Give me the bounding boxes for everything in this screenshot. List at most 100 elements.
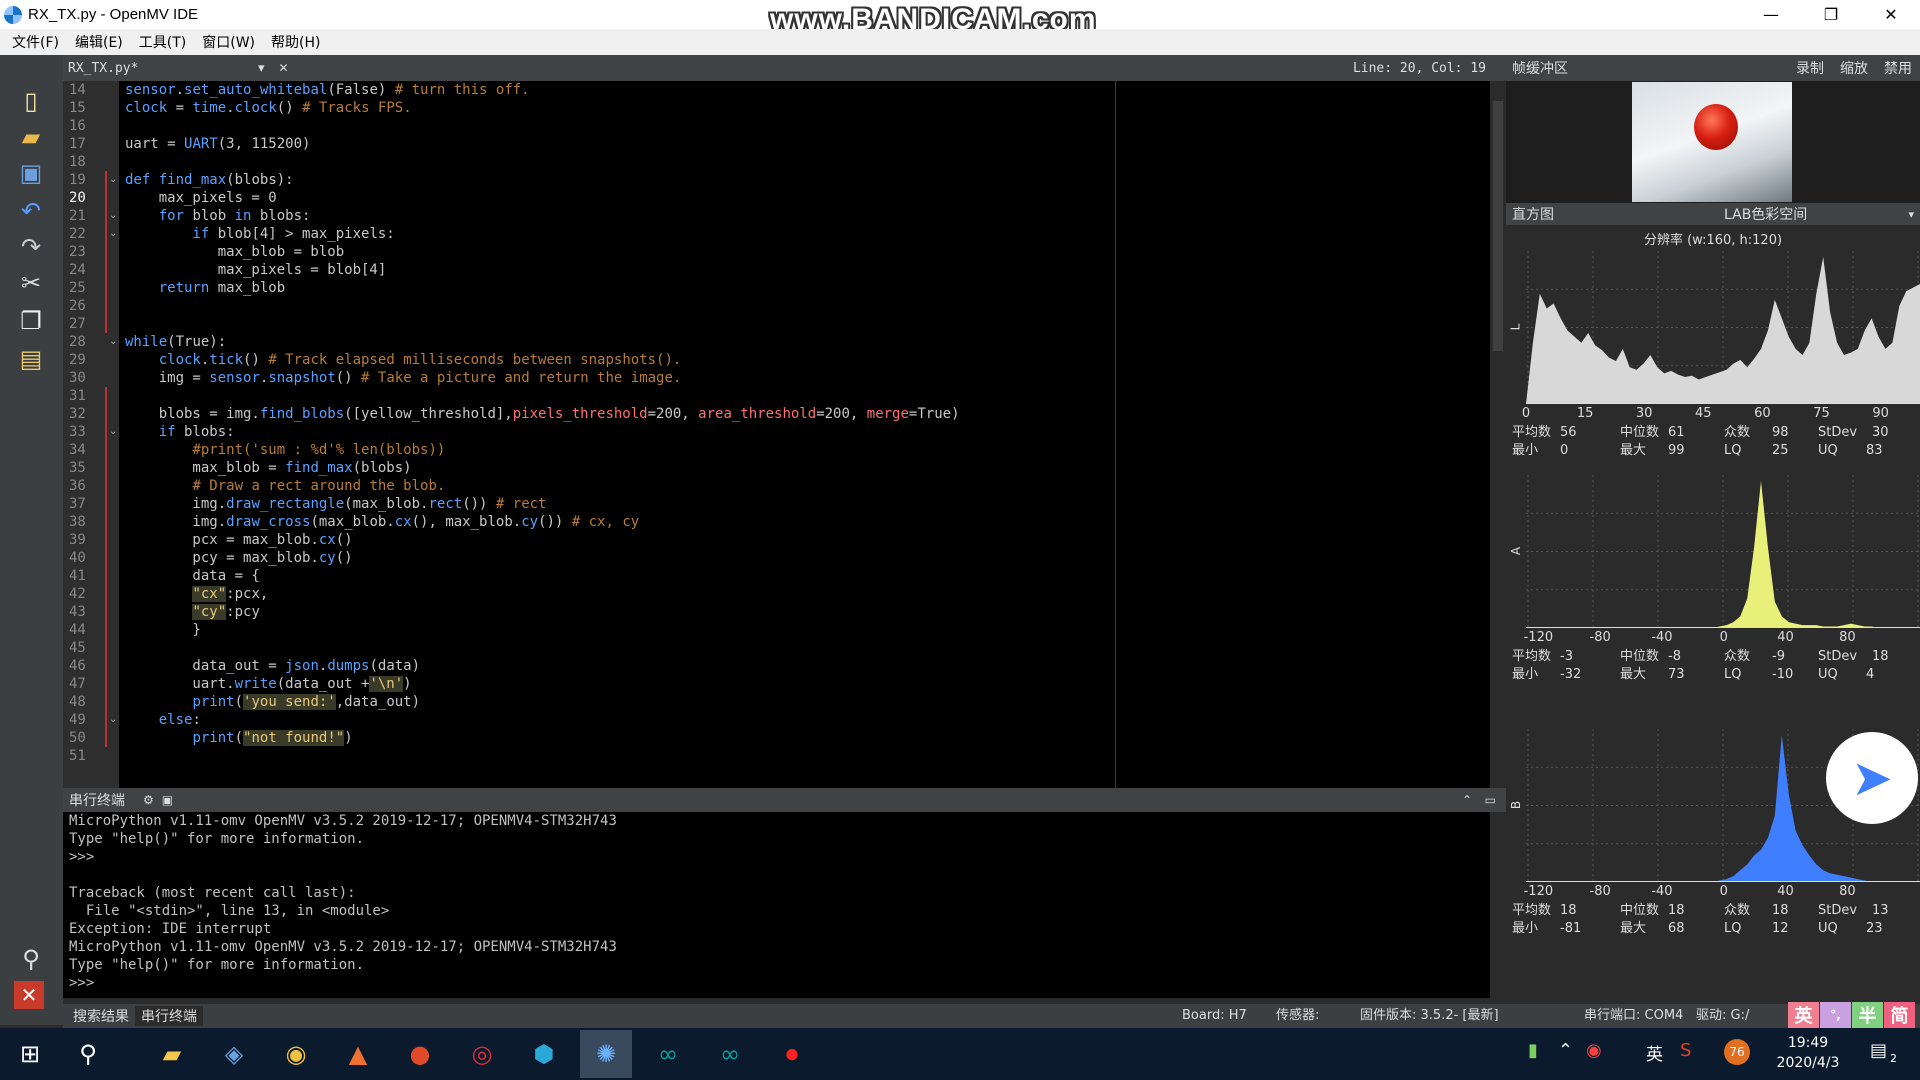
copy-icon[interactable]: ❐	[14, 305, 48, 337]
terminal-float-icon[interactable]: ▭	[1485, 793, 1496, 807]
code-line[interactable]: pcy = max_blob.cy()	[125, 549, 1485, 567]
code-editor[interactable]: 14 15 16 17 18 19 20 21 22 23 24 25 26 27 28 29 30 31 32 33…	[63, 81, 1490, 788]
menu-file[interactable]: 文件(F)	[4, 32, 67, 52]
undo-icon[interactable]: ↶	[14, 195, 48, 227]
code-line[interactable]: print('you send:',data_out)	[125, 693, 1485, 711]
code-line[interactable]: }	[125, 621, 1485, 639]
code-line[interactable]: uart.write(data_out +'\n')	[125, 675, 1485, 693]
open-folder-icon[interactable]: ▰	[14, 121, 48, 153]
code-line[interactable]: max_blob = blob	[125, 243, 1485, 261]
cut-icon[interactable]: ✂	[14, 267, 48, 299]
tray-expand-icon[interactable]: ⌃	[1558, 1040, 1573, 1061]
ime-english-button[interactable]: 英	[1788, 1002, 1819, 1028]
chrome-icon[interactable]: ◉	[270, 1030, 322, 1078]
terminal-save-icon[interactable]: ▣	[162, 793, 173, 807]
code-line[interactable]: if blob[4] > max_pixels:	[125, 225, 1485, 243]
code-line[interactable]: if blobs:	[125, 423, 1485, 441]
ime-simplified-button[interactable]: 简	[1884, 1002, 1915, 1028]
zoom-button[interactable]: 缩放	[1840, 58, 1868, 78]
fold-arrow-icon[interactable]: ⌄	[105, 171, 119, 189]
code-line[interactable]: max_pixels = blob[4]	[125, 261, 1485, 279]
fold-arrow-icon[interactable]: ⌄	[105, 423, 119, 441]
arduino-icon-2[interactable]: ∞	[704, 1030, 756, 1078]
matlab-icon[interactable]: ▲	[332, 1030, 384, 1078]
code-line[interactable]: data_out = json.dumps(data)	[125, 657, 1485, 675]
record-button[interactable]: 录制	[1796, 58, 1824, 78]
code-line[interactable]: uart = UART(3, 115200)	[125, 135, 1485, 153]
tray-record-icon[interactable]: ◉	[1586, 1040, 1602, 1061]
code-line[interactable]	[125, 639, 1485, 657]
code-line[interactable]: img = sensor.snapshot() # Take a picture…	[125, 369, 1485, 387]
ime-punct-button[interactable]: °,	[1820, 1002, 1851, 1028]
code-line[interactable]	[125, 315, 1485, 333]
code-line[interactable]: clock.tick() # Track elapsed millisecond…	[125, 351, 1485, 369]
code-line[interactable]: img.draw_rectangle(max_blob.rect()) # re…	[125, 495, 1485, 513]
code-line[interactable]: "cx":pcx,	[125, 585, 1485, 603]
code-line[interactable]	[125, 153, 1485, 171]
save-icon[interactable]: ▣	[14, 157, 48, 189]
connect-icon[interactable]: ⚲	[14, 943, 48, 975]
terminal-collapse-icon[interactable]: ⌃	[1462, 793, 1472, 807]
battery-icon[interactable]: ▮	[1528, 1040, 1538, 1061]
code-line[interactable]	[125, 747, 1485, 765]
fold-arrow-icon[interactable]: ⌄	[105, 333, 119, 351]
close-file-icon[interactable]: ✕	[279, 61, 289, 75]
tab-search-results[interactable]: 搜索结果	[67, 1006, 135, 1026]
colorspace-select[interactable]: LAB色彩空间	[1724, 204, 1807, 224]
windows-icon[interactable]: ⊞	[4, 1030, 56, 1078]
disable-button[interactable]: 禁用	[1884, 58, 1912, 78]
code-line[interactable]: clock = time.clock() # Tracks FPS.	[125, 99, 1485, 117]
fold-arrow-icon[interactable]: ⌄	[105, 711, 119, 729]
code-line[interactable]: img.draw_cross(max_blob.cx(), max_blob.c…	[125, 513, 1485, 531]
colorspace-dropdown-icon[interactable]: ▾	[1908, 208, 1914, 221]
file-explorer-icon[interactable]: ▰	[146, 1030, 198, 1078]
new-file-icon[interactable]: ▯	[14, 85, 48, 117]
powerpoint-icon[interactable]: ●	[394, 1030, 446, 1078]
code-line[interactable]	[125, 297, 1485, 315]
code-line[interactable]: print("not found!")	[125, 729, 1485, 747]
code-line[interactable]: sensor.set_auto_whitebal(False) # turn t…	[125, 81, 1485, 99]
code-line[interactable]: for blob in blobs:	[125, 207, 1485, 225]
code-line[interactable]: max_blob = find_max(blobs)	[125, 459, 1485, 477]
fold-arrow-icon[interactable]: ⌄	[105, 225, 119, 243]
file-tab[interactable]: RX_TX.py*	[68, 61, 258, 76]
code-line[interactable]: def find_max(blobs):	[125, 171, 1485, 189]
code-line[interactable]	[125, 117, 1485, 135]
code-line[interactable]: data = {	[125, 567, 1485, 585]
firmware-status[interactable]: 固件版本: 3.5.2- [最新]	[1360, 1004, 1499, 1028]
code-line[interactable]	[125, 387, 1485, 405]
maximize-button[interactable]: ❐	[1803, 0, 1859, 29]
code-line[interactable]: else:	[125, 711, 1485, 729]
menu-window[interactable]: 窗口(W)	[194, 32, 263, 52]
record-icon[interactable]: ⏺	[766, 1030, 818, 1078]
ime-halfwidth-button[interactable]: 半	[1852, 1002, 1883, 1028]
tab-serial-terminal[interactable]: 串行终端	[135, 1006, 203, 1026]
tray-sogou-icon[interactable]: S	[1680, 1040, 1691, 1061]
stop-icon[interactable]: ✕	[14, 981, 44, 1009]
editor-scroll-thumb[interactable]	[1493, 101, 1503, 351]
fold-arrow-icon[interactable]: ⌄	[105, 207, 119, 225]
netease-music-icon[interactable]: ◎	[456, 1030, 508, 1078]
openmv-icon[interactable]: ✺	[580, 1030, 632, 1078]
minimize-button[interactable]: —	[1743, 0, 1799, 29]
code-area[interactable]: sensor.set_auto_whitebal(False) # turn t…	[125, 81, 1485, 765]
code-line[interactable]: "cy":pcy	[125, 603, 1485, 621]
paste-icon[interactable]: ▤	[14, 343, 48, 375]
code-line[interactable]: return max_blob	[125, 279, 1485, 297]
code-line[interactable]: # Draw a rect around the blob.	[125, 477, 1485, 495]
terminal-scrollbar[interactable]	[1490, 812, 1506, 998]
arduino-icon[interactable]: ∞	[642, 1030, 694, 1078]
menu-edit[interactable]: 编辑(E)	[67, 32, 131, 52]
search-icon[interactable]: ⚲	[62, 1030, 114, 1078]
tray-lang[interactable]: 英	[1646, 1040, 1663, 1065]
editor-scrollbar[interactable]	[1490, 81, 1506, 788]
code-line[interactable]: max_pixels = 0	[125, 189, 1485, 207]
python-icon[interactable]: ◈	[208, 1030, 260, 1078]
app-icon[interactable]: ⬢	[518, 1030, 570, 1078]
close-window-button[interactable]: ✕	[1863, 0, 1919, 29]
menu-tools[interactable]: 工具(T)	[131, 32, 194, 52]
framebuffer-view[interactable]	[1506, 81, 1920, 203]
code-line[interactable]: while(True):	[125, 333, 1485, 351]
notification-icon[interactable]: ▤	[1870, 1040, 1887, 1061]
bird-floating-icon[interactable]: ➤	[1826, 732, 1918, 824]
